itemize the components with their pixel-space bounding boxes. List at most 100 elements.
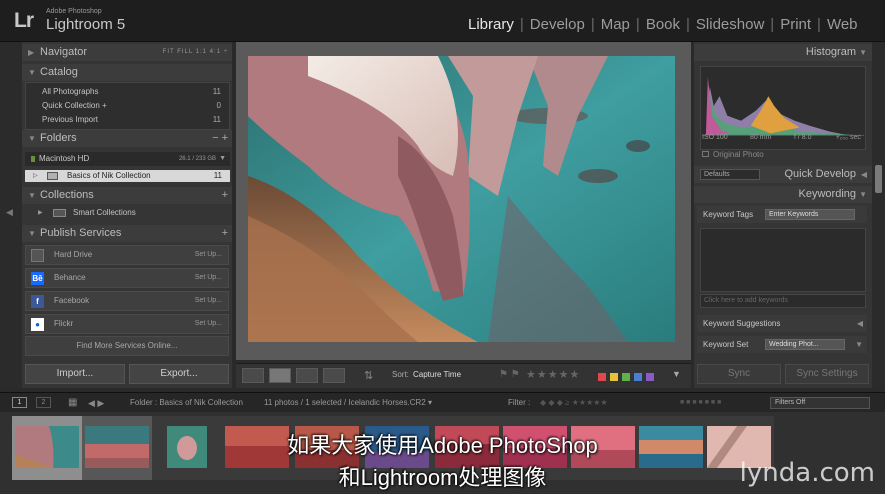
catalog-item-quick[interactable]: Quick Collection + 0 bbox=[26, 99, 229, 113]
lynda-watermark: lynda.com bbox=[739, 458, 875, 488]
brand-top: Adobe Photoshop bbox=[46, 8, 102, 15]
quick-develop-header[interactable]: Defaults Quick Develop ◀ bbox=[694, 166, 872, 183]
toolbar-menu-icon[interactable]: ▼ bbox=[672, 369, 681, 379]
smart-collections-label: Smart Collections bbox=[73, 208, 136, 217]
folders-add-remove-icon[interactable]: − + bbox=[212, 130, 228, 147]
publish-add-icon[interactable]: + bbox=[222, 225, 228, 242]
collections-header[interactable]: ▼ Collections + bbox=[22, 187, 232, 204]
service-hard-drive[interactable]: Hard Drive Set Up... bbox=[25, 245, 229, 265]
facebook-icon: f bbox=[31, 295, 44, 308]
service-setup[interactable]: Set Up... bbox=[195, 246, 222, 264]
collapse-triangle-icon: ▼ bbox=[859, 48, 867, 57]
original-photo-check[interactable]: Original Photo bbox=[702, 150, 764, 159]
service-setup[interactable]: Set Up... bbox=[195, 292, 222, 310]
service-behance[interactable]: Bē Behance Set Up... bbox=[25, 268, 229, 288]
compare-view-icon[interactable] bbox=[296, 368, 318, 383]
collapse-triangle-icon: ▼ bbox=[28, 229, 36, 238]
page-2-button[interactable]: 2 bbox=[36, 397, 51, 408]
smart-collections-row[interactable]: ▶ Smart Collections bbox=[25, 206, 230, 220]
color-label-green[interactable] bbox=[622, 373, 630, 381]
filter-flags-icon[interactable]: ◆ ◆ ◆ ≥ ★★★★★ bbox=[540, 393, 608, 413]
rating-stars[interactable]: ★★★★★ bbox=[526, 368, 580, 381]
right-panel: Histogram ▼ ISO 100 80 mm f / 8.0 ¹⁄₂₀₀ … bbox=[694, 42, 872, 388]
back-arrow-icon[interactable]: ◀ ▶ bbox=[88, 393, 104, 413]
navigator-zoom-options[interactable]: FIT FILL 1:1 4:1 ÷ bbox=[163, 44, 228, 61]
filters-select[interactable]: Filters Off bbox=[770, 397, 870, 409]
find-more-services-button[interactable]: Find More Services Online... bbox=[25, 336, 229, 356]
publish-services-label: Publish Services bbox=[40, 227, 122, 239]
service-setup[interactable]: Set Up... bbox=[195, 315, 222, 333]
histogram-header[interactable]: Histogram ▼ bbox=[694, 44, 872, 61]
module-library[interactable]: Library bbox=[462, 16, 520, 33]
service-setup[interactable]: Set Up... bbox=[195, 269, 222, 287]
module-web[interactable]: Web bbox=[821, 16, 864, 33]
color-label-red[interactable] bbox=[598, 373, 606, 381]
folders-label: Folders bbox=[40, 132, 77, 144]
catalog-label: Catalog bbox=[40, 66, 78, 78]
module-develop[interactable]: Develop bbox=[524, 16, 591, 33]
iso-value: ISO 100 bbox=[702, 134, 728, 141]
color-label-yellow[interactable] bbox=[610, 373, 618, 381]
grid-view-icon[interactable] bbox=[242, 368, 264, 383]
sync-settings-button[interactable]: Sync Settings bbox=[785, 364, 869, 384]
lightroom-window: Lr Adobe Photoshop Lightroom 5 Library |… bbox=[0, 0, 885, 494]
module-slideshow[interactable]: Slideshow bbox=[690, 16, 770, 33]
scrollbar-thumb[interactable] bbox=[875, 165, 882, 193]
top-bar: Lr Adobe Photoshop Lightroom 5 Library |… bbox=[0, 0, 885, 42]
keyword-set-select[interactable]: Wedding Phot... bbox=[765, 339, 845, 350]
shutter-value: ¹⁄₂₀₀ sec bbox=[836, 134, 861, 141]
collections-add-icon[interactable]: + bbox=[222, 187, 228, 204]
catalog-header[interactable]: ▼ Catalog bbox=[22, 64, 232, 81]
sort-select[interactable]: Capture Time bbox=[413, 370, 461, 379]
module-print[interactable]: Print bbox=[774, 16, 817, 33]
import-button[interactable]: Import... bbox=[25, 364, 125, 384]
add-keywords-input[interactable]: Click here to add keywords bbox=[700, 294, 866, 308]
focal-value: 80 mm bbox=[750, 134, 772, 141]
catalog-item-previous[interactable]: Previous Import 11 bbox=[26, 113, 229, 127]
keywording-header[interactable]: Keywording ▼ bbox=[694, 186, 872, 203]
folders-header[interactable]: ▼ Folders − + bbox=[22, 130, 232, 147]
filmstrip-count[interactable]: 11 photos / 1 selected / Icelandic Horse… bbox=[264, 393, 432, 413]
module-picker: Library | Develop | Map | Book | Slidesh… bbox=[462, 16, 864, 33]
collapse-triangle-icon: ▼ bbox=[28, 191, 36, 200]
color-label-purple[interactable] bbox=[646, 373, 654, 381]
saved-preset-select[interactable]: Defaults bbox=[700, 169, 760, 180]
filter-colors-icon[interactable]: ■ ■ ■ ■ ■ ■ ■ bbox=[680, 393, 721, 413]
export-button[interactable]: Export... bbox=[129, 364, 229, 384]
keyword-suggestions-row[interactable]: Keyword Suggestions ◀ bbox=[697, 315, 867, 332]
service-facebook[interactable]: f Facebook Set Up... bbox=[25, 291, 229, 311]
loupe-view[interactable] bbox=[236, 42, 691, 360]
service-flickr[interactable]: ● Flickr Set Up... bbox=[25, 314, 229, 334]
collapse-triangle-icon: ▼ bbox=[28, 134, 36, 143]
filmstrip-folder[interactable]: Folder : Basics of Nik Collection bbox=[130, 393, 243, 413]
loupe-view-icon[interactable] bbox=[269, 368, 291, 383]
subtitle-line-1: 如果大家使用Adobe PhotoShop bbox=[287, 433, 598, 458]
module-book[interactable]: Book bbox=[640, 16, 686, 33]
left-panel-toggle[interactable]: ◀ bbox=[0, 42, 22, 388]
right-panel-scrollbar[interactable] bbox=[872, 42, 885, 388]
folder-expand-icon: ▷ bbox=[33, 173, 38, 179]
original-photo-label: Original Photo bbox=[713, 150, 764, 159]
hard-drive-icon bbox=[31, 249, 44, 262]
folder-count: 11 bbox=[213, 171, 222, 180]
filmstrip-bar: 1 2 ▦ ◀ ▶ Folder : Basics of Nik Collect… bbox=[0, 392, 885, 412]
keyword-tags-select[interactable]: Enter Keywords bbox=[765, 209, 855, 220]
keyword-tags-field[interactable] bbox=[700, 228, 866, 292]
smart-collection-icon bbox=[53, 209, 66, 217]
checkbox[interactable] bbox=[702, 151, 709, 157]
keyword-tags-row: Keyword Tags Enter Keywords bbox=[697, 206, 867, 223]
catalog-item-all[interactable]: All Photographs 11 bbox=[26, 85, 229, 99]
drive-row[interactable]: Macintosh HD 26.1 / 233 GB ▼ bbox=[25, 152, 230, 166]
survey-view-icon[interactable] bbox=[323, 368, 345, 383]
color-label-blue[interactable] bbox=[634, 373, 642, 381]
grid-icon[interactable]: ▦ bbox=[68, 393, 77, 413]
navigator-header[interactable]: ▶ Navigator FIT FILL 1:1 4:1 ÷ bbox=[22, 44, 232, 61]
collapse-left-icon: ◀ bbox=[6, 207, 13, 217]
sort-direction-icon[interactable]: ⇅ bbox=[364, 369, 373, 382]
flag-icon[interactable]: ⚑ ⚑ bbox=[499, 369, 520, 380]
module-map[interactable]: Map bbox=[595, 16, 636, 33]
publish-services-header[interactable]: ▼ Publish Services + bbox=[22, 225, 232, 242]
page-1-button[interactable]: 1 bbox=[12, 397, 27, 408]
sync-button[interactable]: Sync bbox=[697, 364, 781, 384]
folder-row-selected[interactable]: ▷ Basics of Nik Collection 11 bbox=[25, 170, 230, 182]
